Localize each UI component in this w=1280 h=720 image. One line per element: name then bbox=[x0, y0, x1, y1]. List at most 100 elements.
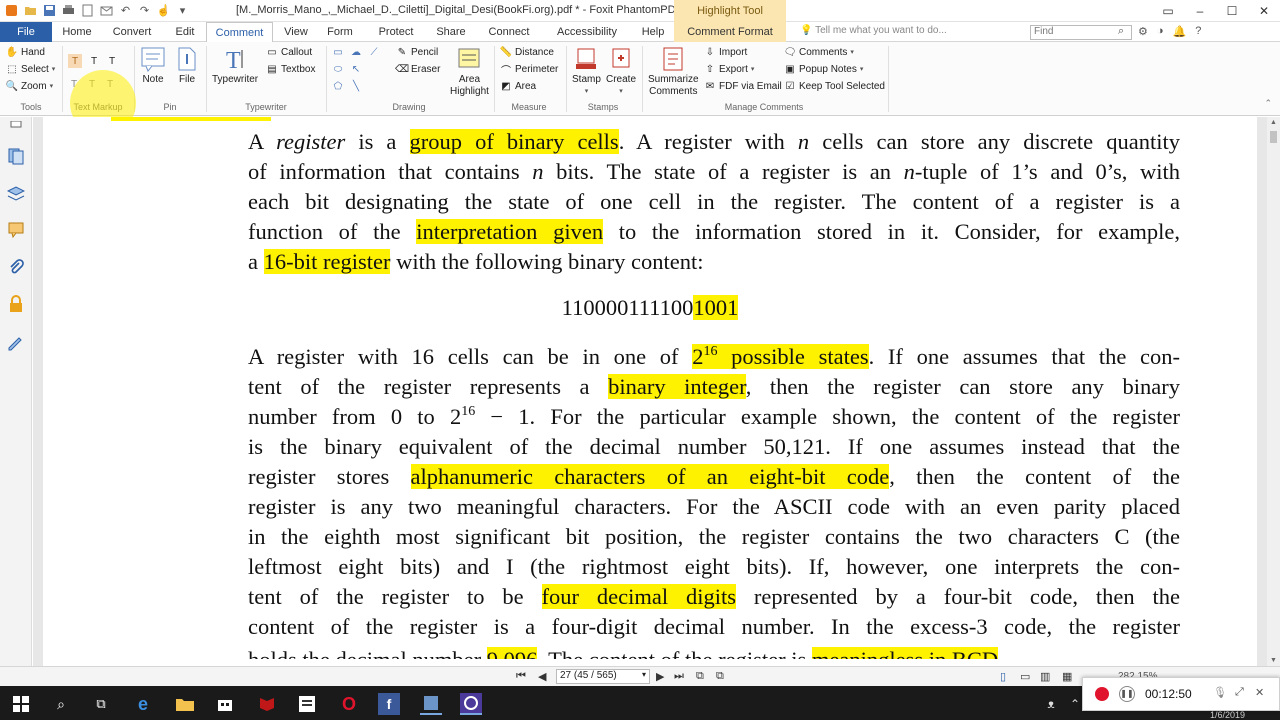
document-viewport[interactable]: A register is a group of binary cells. A… bbox=[33, 117, 1267, 666]
print-icon[interactable] bbox=[61, 3, 76, 18]
select-tool[interactable]: ⬚ Select ▾ bbox=[6, 63, 55, 75]
notification-icon[interactable]: 🔔 bbox=[1173, 25, 1187, 38]
popup-notes-dropdown[interactable]: ▣ Popup Notes ▾ bbox=[784, 63, 863, 75]
windows-start-icon[interactable] bbox=[10, 693, 32, 715]
edge-browser-icon[interactable]: e bbox=[132, 693, 154, 715]
app-icon-2[interactable] bbox=[420, 693, 442, 715]
expand-icon[interactable]: ⤢ bbox=[1235, 686, 1244, 699]
new-icon[interactable] bbox=[80, 3, 95, 18]
stamp-button[interactable]: Stamp ▾ bbox=[572, 46, 601, 98]
tab-accessibility[interactable]: Accessibility bbox=[556, 22, 618, 42]
email-icon[interactable] bbox=[99, 3, 114, 18]
app-logo-icon[interactable] bbox=[4, 3, 19, 18]
search-icon[interactable]: ⌕ bbox=[50, 693, 72, 715]
pencil-tool[interactable]: ✎ Pencil bbox=[396, 46, 438, 58]
hand-tool-icon[interactable]: ☝ bbox=[156, 3, 171, 18]
collapse-ribbon-icon[interactable]: ⌃ bbox=[1264, 98, 1272, 109]
distance-tool[interactable]: 📏 Distance bbox=[500, 46, 554, 58]
close-button[interactable]: ✕ bbox=[1248, 0, 1280, 22]
highlight-annotation[interactable]: binary integer bbox=[608, 374, 746, 399]
task-view-icon[interactable]: ⧉ bbox=[90, 693, 112, 715]
app-icon[interactable] bbox=[296, 693, 318, 715]
highlight-annotation[interactable]: 216 possible states bbox=[692, 344, 869, 369]
find-input[interactable]: Find bbox=[1030, 25, 1132, 40]
cloud-icon[interactable]: ☁ bbox=[350, 46, 362, 58]
callout-tool[interactable]: ▭ Callout bbox=[266, 46, 312, 58]
store-icon[interactable] bbox=[214, 693, 236, 715]
scroll-up-icon[interactable]: ▲ bbox=[1270, 119, 1277, 126]
keep-tool-selected-toggle[interactable]: ☑ Keep Tool Selected bbox=[784, 80, 885, 92]
tab-file[interactable]: File bbox=[0, 22, 52, 42]
file-attach-button[interactable]: File bbox=[174, 46, 200, 86]
eraser-tool[interactable]: ⌫ Eraser bbox=[395, 63, 441, 75]
highlight-annotation[interactable]: 16-bit register bbox=[263, 249, 391, 274]
tab-connect[interactable]: Connect bbox=[489, 22, 530, 42]
replace-text-icon[interactable]: T bbox=[86, 78, 98, 90]
customize-qat-icon[interactable]: ▾ bbox=[175, 3, 190, 18]
underline-text-icon[interactable]: T bbox=[106, 55, 118, 67]
minimize-button[interactable]: – bbox=[1184, 0, 1216, 22]
polyline-icon[interactable]: ⟋ bbox=[368, 46, 380, 58]
user-icon[interactable]: ◑ bbox=[1157, 25, 1164, 38]
fdf-email-button[interactable]: ✉ FDF via Email bbox=[704, 80, 782, 92]
attachment-icon[interactable] bbox=[7, 259, 25, 277]
tab-view[interactable]: View bbox=[282, 22, 310, 42]
tab-comment[interactable]: Comment bbox=[206, 22, 273, 43]
highlight-annotation[interactable]: alphanumeric characters of an eight-bit … bbox=[410, 464, 890, 489]
tab-protect[interactable]: Protect bbox=[377, 22, 415, 42]
scroll-down-icon[interactable]: ▼ bbox=[1270, 657, 1277, 664]
summarize-comments-button[interactable]: Summarize Comments bbox=[648, 46, 699, 98]
pause-icon[interactable]: ❚❚ bbox=[1119, 686, 1135, 702]
rectangle-icon[interactable]: ▭ bbox=[332, 46, 344, 58]
continuous-page-icon[interactable]: ▭ bbox=[1020, 670, 1030, 683]
search-icon[interactable]: ⌕ bbox=[1118, 25, 1124, 38]
mcafee-icon[interactable] bbox=[256, 693, 278, 715]
hand-tool[interactable]: ✋ Hand bbox=[6, 46, 45, 58]
area-highlight-button[interactable]: Area Highlight bbox=[450, 46, 489, 98]
tell-me-box[interactable]: 💡 Tell me what you want to do... bbox=[800, 25, 947, 36]
polygon-icon[interactable]: ⬠ bbox=[332, 80, 344, 92]
save-icon[interactable] bbox=[42, 3, 57, 18]
previous-view-icon[interactable]: ⧉ bbox=[696, 670, 704, 683]
first-page-icon[interactable]: ⏮ bbox=[516, 670, 526, 683]
typewriter-button[interactable]: T Typewriter bbox=[212, 46, 258, 86]
facebook-icon[interactable]: f bbox=[378, 693, 400, 715]
next-view-icon[interactable]: ⧉ bbox=[716, 670, 724, 683]
comments-dropdown[interactable]: 🗨 Comments ▾ bbox=[784, 46, 854, 58]
strikeout-text-icon[interactable]: T bbox=[68, 78, 80, 90]
redo-icon[interactable]: ↷ bbox=[137, 3, 152, 18]
highlight-annotation[interactable]: 9,096 bbox=[486, 647, 538, 659]
next-page-icon[interactable]: ▶ bbox=[656, 670, 664, 683]
highlight-annotation[interactable]: interpretation given bbox=[416, 219, 604, 244]
single-page-icon[interactable]: ▯ bbox=[1000, 670, 1006, 683]
ribbon-display-icon[interactable]: ▭ bbox=[1152, 0, 1184, 22]
file-explorer-icon[interactable] bbox=[174, 693, 196, 715]
note-button[interactable]: Note bbox=[140, 46, 166, 86]
scrollbar-thumb[interactable] bbox=[1270, 131, 1277, 143]
record-icon[interactable] bbox=[1095, 687, 1109, 701]
layers-icon[interactable] bbox=[7, 185, 25, 203]
line-icon[interactable]: ╲ bbox=[350, 80, 362, 92]
highlight-text-icon[interactable]: T bbox=[68, 54, 82, 68]
squiggly-text-icon[interactable]: T bbox=[88, 55, 100, 67]
last-page-icon[interactable]: ⏭ bbox=[674, 670, 684, 683]
people-icon[interactable]: ᴥ bbox=[1040, 693, 1062, 715]
insert-text-icon[interactable]: T bbox=[104, 78, 116, 90]
signature-icon[interactable] bbox=[7, 333, 25, 351]
open-icon[interactable] bbox=[23, 3, 38, 18]
export-button[interactable]: ⇧ Export ▾ bbox=[704, 63, 755, 75]
perimeter-tool[interactable]: ⌒ Perimeter bbox=[500, 63, 558, 77]
tab-home[interactable]: Home bbox=[60, 22, 94, 42]
tab-form[interactable]: Form bbox=[326, 22, 354, 42]
undo-icon[interactable]: ↶ bbox=[118, 3, 133, 18]
arrow-icon[interactable]: ↖ bbox=[350, 63, 362, 75]
highlight-annotation[interactable]: meaningless in BCD bbox=[811, 647, 999, 659]
highlight-annotation[interactable]: four decimal digits bbox=[541, 584, 736, 609]
highlight-annotation[interactable]: 1001 bbox=[693, 295, 739, 320]
comments-panel-icon[interactable] bbox=[7, 221, 25, 239]
maximize-button[interactable]: ☐ bbox=[1216, 0, 1248, 22]
pages-icon[interactable] bbox=[7, 147, 25, 165]
foxit-phantompdf-taskbar-icon[interactable] bbox=[460, 693, 482, 715]
page-number-input[interactable]: 27 (45 / 565) ▾ bbox=[556, 669, 650, 684]
tab-comment-format[interactable]: Comment Format bbox=[674, 22, 786, 42]
